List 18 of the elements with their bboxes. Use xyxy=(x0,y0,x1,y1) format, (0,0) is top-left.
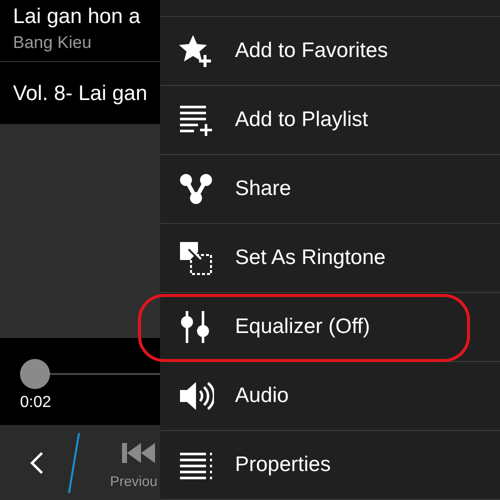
share-icon xyxy=(178,171,214,207)
menu-item[interactable]: Audio xyxy=(160,362,500,431)
menu-item[interactable]: Add to Favorites xyxy=(160,17,500,86)
menu-item[interactable]: Add to Playlist xyxy=(160,86,500,155)
divider-slash-icon xyxy=(68,432,80,494)
chevron-left-icon xyxy=(29,450,45,474)
menu-item[interactable]: Share xyxy=(160,155,500,224)
star-plus-icon xyxy=(178,33,214,69)
pencil-square-icon xyxy=(178,240,214,276)
song-title: Lai gan hon a xyxy=(13,4,142,30)
menu-item[interactable]: Equalizer (Off) xyxy=(160,293,500,362)
elapsed-time: 0:02 xyxy=(20,393,52,413)
menu-item[interactable]: Properties xyxy=(160,431,500,500)
artist-name: Bang Kieu xyxy=(13,32,92,54)
menu-item[interactable]: Set As Ringtone xyxy=(160,224,500,293)
progress-thumb[interactable] xyxy=(20,359,50,389)
album-name: Vol. 8- Lai gan xyxy=(13,82,148,105)
progress-track[interactable] xyxy=(20,359,160,389)
